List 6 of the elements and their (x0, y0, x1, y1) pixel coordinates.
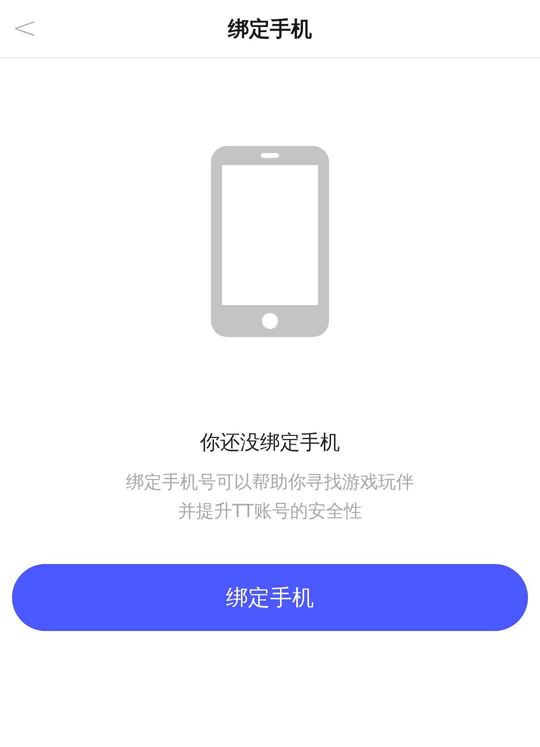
description-text: 绑定手机号可以帮助你寻找游戏玩伴 (126, 471, 414, 495)
bind-phone-button[interactable]: 绑定手机 (12, 564, 528, 631)
description-text: 并提升TT账号的安全性 (178, 500, 362, 524)
phone-icon (211, 146, 329, 337)
empty-state-heading: 你还没绑定手机 (200, 429, 340, 456)
page-title: 绑定手机 (226, 16, 313, 42)
